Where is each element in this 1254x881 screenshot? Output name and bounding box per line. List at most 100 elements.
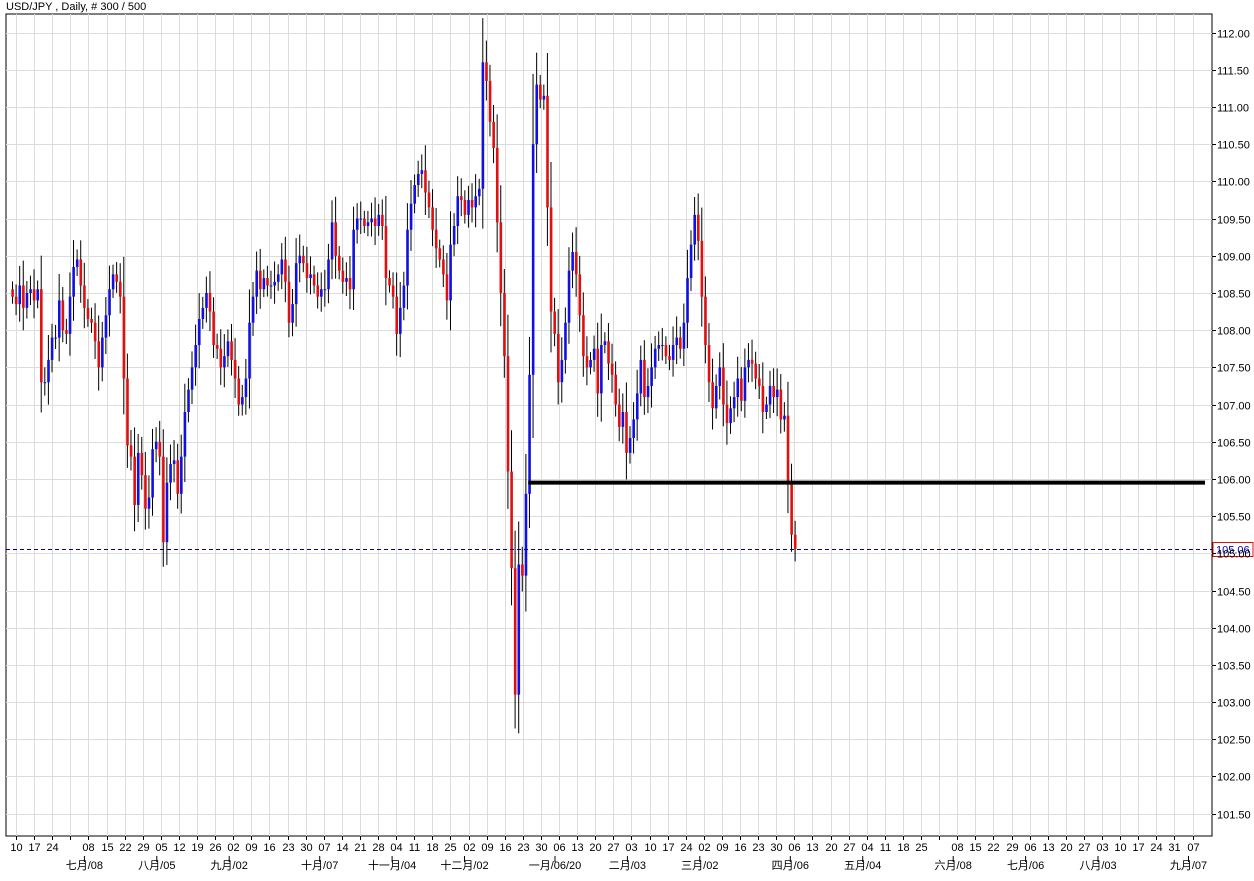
candle-up (729, 408, 732, 424)
candle-down (212, 311, 215, 346)
candle-down (395, 296, 399, 334)
candle-down (643, 359, 646, 398)
candle-down (761, 385, 765, 412)
candle-up (560, 359, 564, 383)
candle-down (302, 255, 305, 264)
candle-down (585, 356, 589, 368)
x-tick-label: 27 (843, 842, 855, 854)
candle-up (72, 266, 75, 297)
x-tick-label: 15 (101, 842, 113, 854)
candle-down (510, 471, 513, 569)
candle-up (241, 397, 244, 405)
month-label: 九月/02 (211, 859, 248, 872)
x-tick-label: 16 (499, 842, 511, 854)
candle-up (108, 289, 111, 316)
candle-up (291, 304, 294, 323)
candle-up (223, 356, 226, 368)
x-tick-label: 11 (880, 842, 891, 854)
x-tick-label: 08 (951, 842, 963, 854)
candle-up (571, 252, 574, 271)
candle-down (707, 345, 711, 383)
candle-down (722, 367, 725, 405)
candle-up (298, 255, 302, 264)
candle-up (542, 95, 546, 100)
candle-up (564, 322, 567, 360)
candle-down (32, 289, 36, 301)
candle-up (262, 278, 266, 290)
candle-up (273, 281, 276, 286)
x-tick-label: 30 (535, 842, 547, 854)
candle-up (650, 367, 653, 386)
x-tick-label: 23 (517, 842, 529, 854)
candle-down (492, 121, 495, 148)
candle-down (266, 278, 269, 286)
candle-down (758, 378, 761, 386)
candle-up (747, 359, 750, 368)
candle-up (449, 244, 452, 301)
candle-up (355, 218, 359, 230)
x-tick-label: 13 (571, 842, 583, 854)
candle-up (255, 270, 259, 297)
candle-down (284, 259, 287, 282)
candle-down (460, 196, 463, 200)
candle-down (334, 222, 337, 256)
candle-up (409, 203, 413, 230)
candle-up (775, 389, 779, 398)
x-tick-label: 23 (752, 842, 764, 854)
candle-up (25, 292, 29, 308)
y-tick-label: 106.00 (1217, 475, 1251, 487)
y-tick-label: 109.00 (1217, 252, 1251, 264)
candle-down (790, 482, 793, 535)
candle-down (539, 84, 542, 100)
candle-up (528, 374, 531, 494)
candle-up (68, 296, 72, 334)
x-tick-label: 25 (444, 842, 456, 854)
candle-up (280, 259, 284, 275)
candle-down (549, 207, 553, 312)
candle-down (434, 229, 438, 249)
candle-down (668, 356, 671, 360)
candle-down (793, 534, 797, 549)
y-tick-label: 105.00 (1217, 549, 1251, 561)
candle-up (190, 367, 194, 390)
candle-up (47, 359, 50, 383)
candle-up (481, 62, 485, 189)
y-tick-label: 109.50 (1217, 215, 1251, 227)
x-tick-label: 29 (1006, 842, 1018, 854)
x-tick-label: 06 (553, 842, 565, 854)
candle-up (628, 438, 632, 453)
chart-title: USD/JPY , Daily, # 300 / 500 (6, 1, 147, 13)
x-tick-label: 20 (825, 842, 837, 854)
candle-down (485, 62, 488, 81)
month-label: 七月/08 (66, 859, 103, 872)
candle-down (79, 259, 83, 286)
candle-up (169, 464, 172, 483)
candle-up (50, 337, 54, 360)
candle-up (406, 229, 409, 286)
candle-up (323, 289, 327, 291)
y-tick-label: 107.00 (1217, 401, 1251, 413)
x-tick-label: 09 (481, 842, 493, 854)
month-label: 四月/06 (772, 860, 809, 872)
x-tick-label: 07 (318, 842, 330, 854)
x-tick-label: 18 (897, 842, 909, 854)
x-tick-label: 30 (300, 842, 312, 854)
candle-up (183, 411, 187, 457)
y-tick-label: 103.00 (1217, 698, 1251, 710)
candle-down (574, 252, 578, 275)
candle-down (431, 207, 434, 230)
candle-down (348, 278, 352, 290)
x-tick-label: 02 (227, 842, 239, 854)
candle-down (625, 411, 628, 453)
candle-up (276, 274, 280, 282)
candle-down (316, 285, 320, 297)
candle-down (126, 378, 129, 446)
candle-up (370, 218, 373, 223)
candle-up (205, 292, 208, 308)
x-tick-label: 23 (282, 842, 294, 854)
candle-down (237, 378, 241, 405)
candle-down (341, 270, 345, 282)
x-tick-label: 30 (770, 842, 782, 854)
month-label: 九月/07 (1170, 859, 1207, 872)
candle-down (373, 218, 377, 227)
